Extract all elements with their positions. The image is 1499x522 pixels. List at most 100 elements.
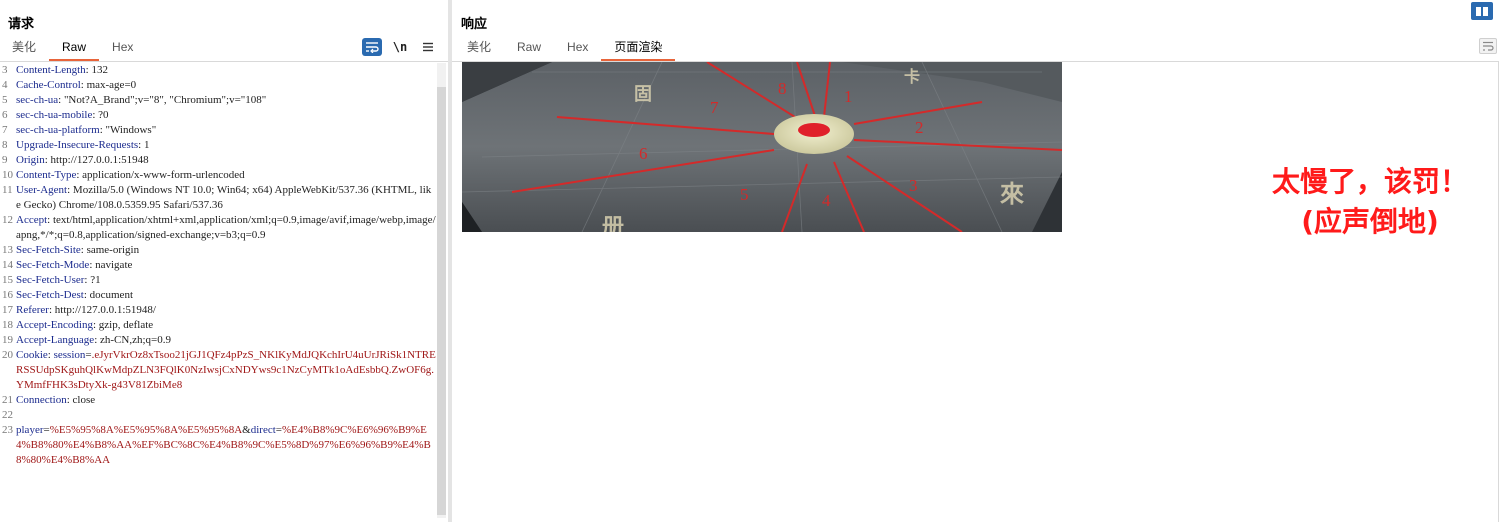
editor-line[interactable]: 13 Sec-Fetch-Site: same-origin [0,243,436,258]
header-value: : http://127.0.0.1:51948/ [48,304,156,316]
line-content[interactable]: Accept: text/html,application/xhtml+xml,… [16,213,436,243]
line-content[interactable]: player=%E5%95%8A%E5%95%8A%E5%95%8A&direc… [16,423,436,468]
header-value: : ?0 [92,109,109,121]
svg-text:册: 册 [602,214,624,232]
direction-label-6: 6 [639,144,648,163]
editor-line[interactable]: 16 Sec-Fetch-Dest: document [0,288,436,303]
tab-raw[interactable]: Raw [49,37,100,61]
line-content[interactable]: Sec-Fetch-User: ?1 [16,273,436,288]
header-name: sec-ch-ua-platform [16,124,100,136]
tab-pretty[interactable]: 美化 [0,37,49,61]
header-value: & [242,424,251,436]
header-value: : application/x-www-form-urlencoded [76,169,245,181]
line-content[interactable]: User-Agent: Mozilla/5.0 (Windows NT 10.0… [16,183,436,213]
line-number: 12 [2,214,13,226]
layout-toggle-icon[interactable] [1471,2,1493,20]
response-pane: 响应 美化 Raw Hex 页面渲染 固 卡 來 册 1 2 3 4 5 6 7… [452,0,1499,522]
response-tabs: 美化 Raw Hex 页面渲染 [454,37,676,61]
newline-icon[interactable]: \n [390,38,410,56]
request-tabs: 美化 Raw Hex [0,37,146,61]
editor-line[interactable]: 7 sec-ch-ua-platform: "Windows" [0,123,436,138]
line-content[interactable] [16,408,436,423]
editor-line[interactable]: 3 Content-Length: 132 [0,63,436,78]
header-name: player [16,424,44,436]
direction-label-1: 1 [844,87,853,106]
editor-line[interactable]: 17 Referer: http://127.0.0.1:51948/ [0,303,436,318]
line-content[interactable]: sec-ch-ua-platform: "Windows" [16,123,436,138]
editor-line[interactable]: 4 Cache-Control: max-age=0 [0,78,436,93]
menu-icon[interactable] [418,38,438,56]
tab-pretty[interactable]: 美化 [454,37,504,61]
line-number: 21 [2,394,13,406]
editor-line[interactable]: 10 Content-Type: application/x-www-form-u… [0,168,436,183]
line-content[interactable]: Sec-Fetch-Mode: navigate [16,258,436,273]
wrap-lines-icon[interactable] [1479,38,1497,54]
tab-render[interactable]: 页面渲染 [601,37,676,61]
editor-line[interactable]: 22 [0,408,436,423]
editor-line[interactable]: 8 Upgrade-Insecure-Requests: 1 [0,138,436,153]
header-name: Content-Length [16,64,86,76]
editor-line[interactable]: 11 User-Agent: Mozilla/5.0 (Windows NT 10… [0,183,436,213]
line-content[interactable]: Sec-Fetch-Site: same-origin [16,243,436,258]
tab-hex[interactable]: Hex [554,37,601,61]
param-value: %E5%95%8A%E5%95%8A%E5%95%8A [49,424,243,436]
editor-line[interactable]: 18 Accept-Encoding: gzip, deflate [0,318,436,333]
editor-line[interactable]: 20 Cookie: session=.eJyrVkrOz8xTsoo21jGJ1… [0,348,436,393]
line-content[interactable]: sec-ch-ua: "Not?A_Brand";v="8", "Chromiu… [16,93,436,108]
header-value: : http://127.0.0.1:51948 [44,154,149,166]
line-number: 20 [2,349,13,361]
line-number: 9 [2,154,8,166]
caption-line-1: 太慢了，该罚！ [1271,165,1468,198]
header-value: : navigate [89,259,133,271]
line-number: 11 [2,184,13,196]
svg-text:固: 固 [634,84,652,105]
line-number: 8 [2,139,8,151]
editor-line[interactable]: 15 Sec-Fetch-User: ?1 [0,273,436,288]
line-content[interactable]: Origin: http://127.0.0.1:51948 [16,153,436,168]
response-title: 响应 [461,17,488,32]
line-content[interactable]: sec-ch-ua-mobile: ?0 [16,108,436,123]
header-value: : "Windows" [99,124,157,136]
tab-raw[interactable]: Raw [504,37,554,61]
editor-line[interactable]: 5 sec-ch-ua: "Not?A_Brand";v="8", "Chromi… [0,93,436,108]
scrollbar-thumb[interactable] [437,87,446,515]
editor-line[interactable]: 6 sec-ch-ua-mobile: ?0 [0,108,436,123]
request-title: 请求 [8,17,35,32]
wrap-lines-icon[interactable] [362,38,382,56]
header-name: Connection [16,394,67,406]
raw-request-editor[interactable]: 3 Content-Length: 132 4 Cache-Control: max-… [0,63,436,518]
direction-label-8: 8 [778,79,787,98]
header-value: : 132 [85,64,108,76]
line-content[interactable]: Connection: close [16,393,436,408]
editor-line[interactable]: 21 Connection: close [0,393,436,408]
direction-label-7: 7 [710,98,719,117]
line-content[interactable]: Accept-Encoding: gzip, deflate [16,318,436,333]
line-content[interactable]: Accept-Language: zh-CN,zh;q=0.9 [16,333,436,348]
divider [0,61,448,62]
header-name: Accept-Language [16,334,95,346]
line-content[interactable]: Cookie: session=.eJyrVkrOz8xTsoo21jGJ1QF… [16,348,436,393]
editor-line[interactable]: 9 Origin: http://127.0.0.1:51948 [0,153,436,168]
header-value: : gzip, deflate [92,319,154,331]
editor-line[interactable]: 14 Sec-Fetch-Mode: navigate [0,258,436,273]
request-pane: 请求 美化 Raw Hex \n 3 Content-Length: 132 4 Ca… [0,0,448,522]
header-name: Sec-Fetch-Mode [16,259,90,271]
tab-hex[interactable]: Hex [99,37,146,61]
line-content[interactable]: Sec-Fetch-Dest: document [16,288,436,303]
header-name: User-Agent [16,184,68,196]
editor-line[interactable]: 12 Accept: text/html,application/xhtml+xm… [0,213,436,243]
header-value: : same-origin [80,244,140,256]
line-content[interactable]: Content-Type: application/x-www-form-url… [16,168,436,183]
line-content[interactable]: Referer: http://127.0.0.1:51948/ [16,303,436,318]
editor-line[interactable]: 23 player=%E5%95%8A%E5%95%8A%E5%95%8A&dir… [0,423,436,468]
header-value: : text/html,application/xhtml+xml,applic… [16,214,436,241]
svg-text:來: 來 [1000,179,1024,208]
svg-text:卡: 卡 [904,67,920,86]
line-number: 3 [2,64,8,76]
line-content[interactable]: Content-Length: 132 [16,63,436,78]
line-content[interactable]: Cache-Control: max-age=0 [16,78,436,93]
line-content[interactable]: Upgrade-Insecure-Requests: 1 [16,138,436,153]
header-value: : zh-CN,zh;q=0.9 [94,334,171,346]
header-name: Cache-Control [16,79,81,91]
editor-line[interactable]: 19 Accept-Language: zh-CN,zh;q=0.9 [0,333,436,348]
